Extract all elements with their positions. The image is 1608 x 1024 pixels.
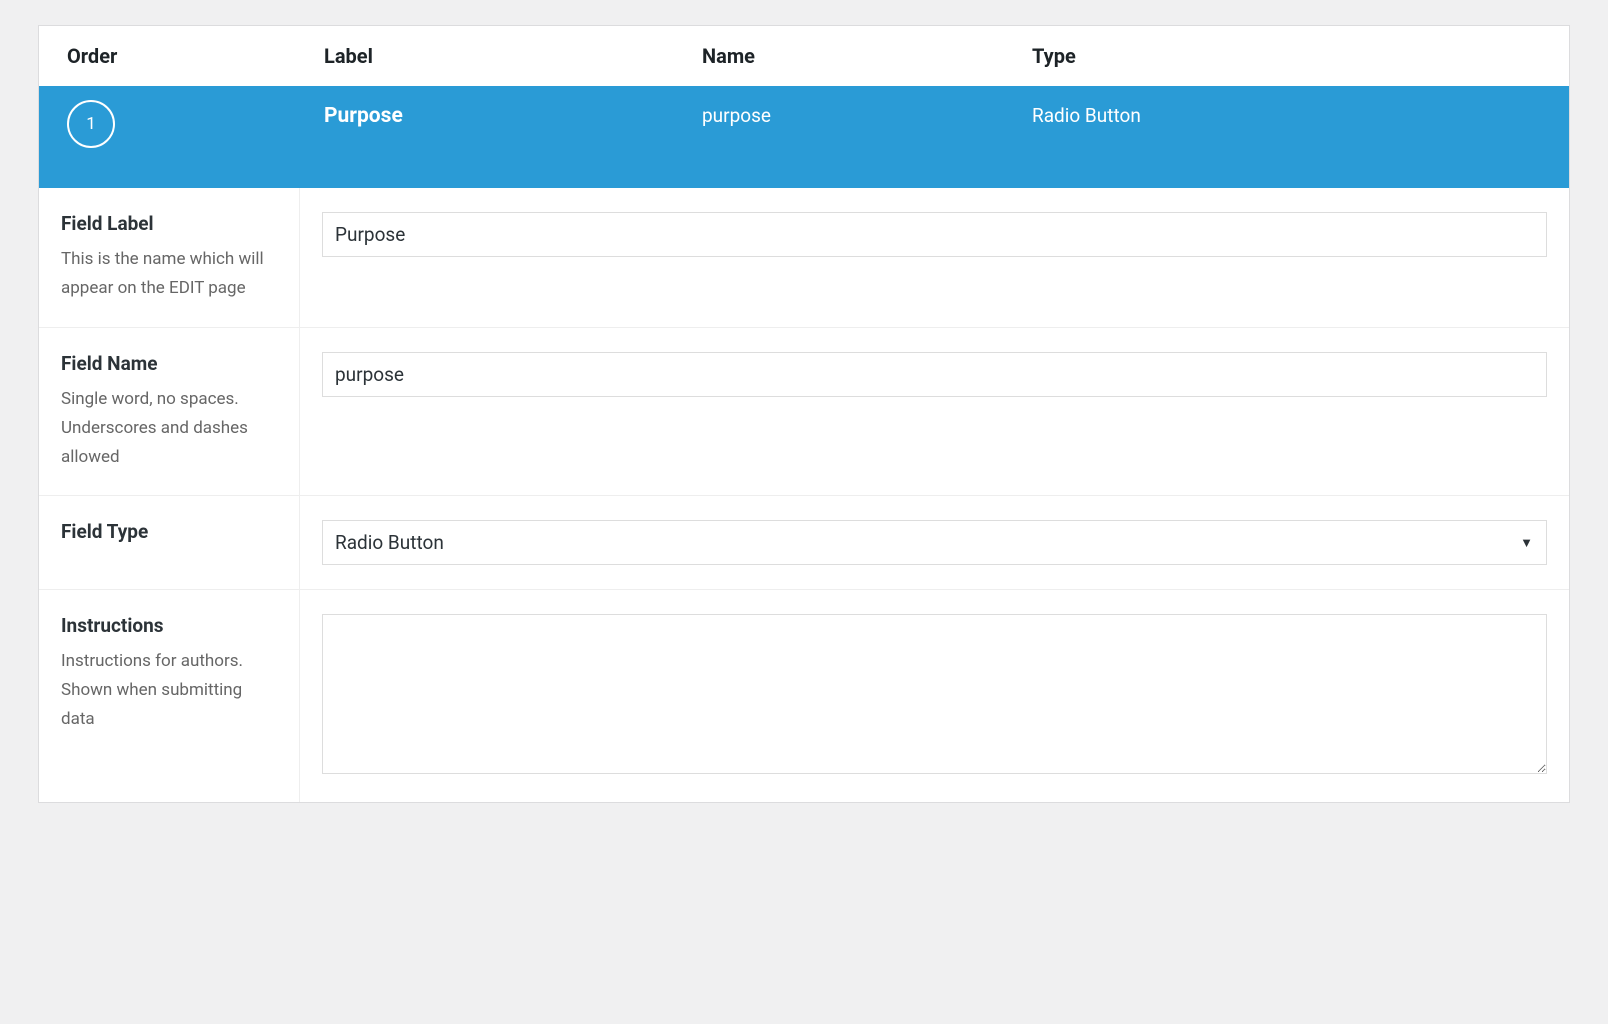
field-label-input[interactable] [322,212,1547,257]
setting-field-name: Field Name Single word, no spaces. Under… [39,327,1569,496]
header-order: Order [39,44,324,68]
setting-instructions: Instructions Instructions for authors. S… [39,589,1569,802]
field-name-cell: purpose [702,104,1032,127]
header-type: Type [1032,44,1569,68]
field-name-title: Field Name [61,352,279,375]
header-name: Name [702,44,1032,68]
settings-table: Field Label This is the name which will … [39,188,1569,802]
field-name-desc: Single word, no spaces. Underscores and … [61,385,279,472]
order-badge[interactable]: 1 [67,100,115,148]
field-row[interactable]: 1 Purpose purpose Radio Button [39,86,1569,188]
field-editor-panel: Order Label Name Type 1 Purpose purpose … [38,25,1570,803]
field-name-input[interactable] [322,352,1547,397]
field-type-cell: Radio Button [1032,104,1569,127]
header-label: Label [324,44,702,68]
setting-field-label: Field Label This is the name which will … [39,188,1569,327]
setting-field-type: Field Type Radio Button ▼ [39,495,1569,589]
instructions-title: Instructions [61,614,279,637]
instructions-desc: Instructions for authors. Shown when sub… [61,647,279,734]
field-type-select[interactable]: Radio Button [322,520,1547,565]
field-label-cell: Purpose [324,104,702,128]
field-type-title: Field Type [61,520,279,543]
field-label-desc: This is the name which will appear on th… [61,245,279,303]
order-number: 1 [86,114,96,134]
table-header: Order Label Name Type [39,26,1569,86]
instructions-textarea[interactable] [322,614,1547,774]
field-label-title: Field Label [61,212,279,235]
